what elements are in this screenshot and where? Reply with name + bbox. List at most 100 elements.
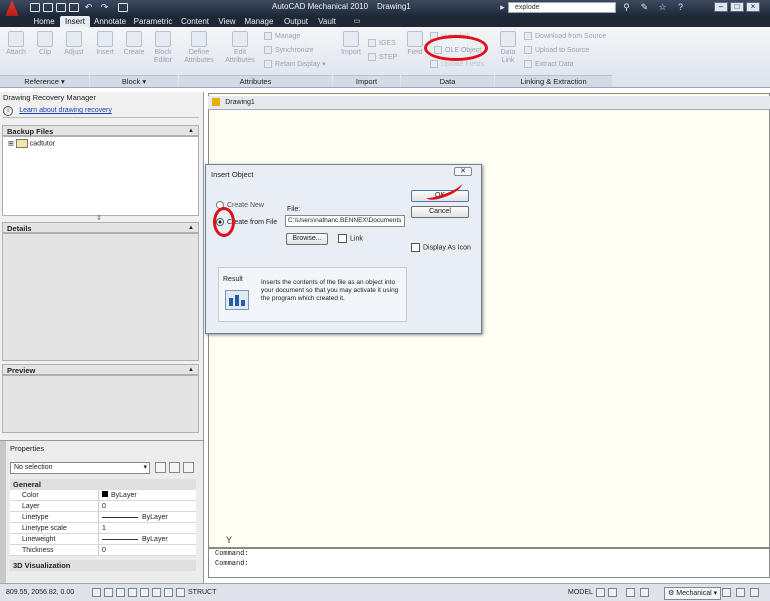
insert-block-button[interactable]: Insert <box>92 31 118 57</box>
upload-icon <box>524 46 532 54</box>
tab-annotate[interactable]: Annotate <box>92 16 128 27</box>
attach-button[interactable]: Attach <box>2 31 30 57</box>
browse-button[interactable]: Browse... <box>286 233 328 245</box>
adjust-icon <box>66 31 82 47</box>
coordinate-readout[interactable]: 809.55, 2056.82, 0.00 <box>6 587 74 598</box>
learn-recovery-link[interactable]: Learn about drawing recovery <box>19 107 112 114</box>
app-title: AutoCAD Mechanical 2010 <box>272 2 369 11</box>
tab-content[interactable]: Content <box>178 16 212 27</box>
panel-block[interactable]: Block ▾ <box>90 75 178 87</box>
tab-view[interactable]: View <box>215 16 239 27</box>
display-as-icon-checkbox[interactable]: Display As Icon <box>411 243 471 252</box>
property-row[interactable]: Linetype scale 1 <box>10 523 196 534</box>
dialog-close-button[interactable]: ✕ <box>454 167 472 176</box>
block-editor-button[interactable]: Block Editor <box>150 31 176 65</box>
property-row[interactable]: Color ByLayer <box>10 490 196 501</box>
tab-vault[interactable]: Vault <box>314 16 340 27</box>
ribbon-minimize-icon[interactable]: ▭ <box>350 16 364 27</box>
ortho-icon[interactable] <box>116 588 125 597</box>
general-section-header[interactable]: General <box>10 479 196 490</box>
struct-toggle[interactable]: STRUCT <box>188 587 216 598</box>
search-input[interactable]: explode <box>508 2 616 13</box>
otrack-icon[interactable] <box>152 588 161 597</box>
command-line[interactable]: Command: Command: <box>208 548 770 578</box>
splitter-icon[interactable]: ⇕ <box>96 214 102 222</box>
layout-icon[interactable] <box>596 588 605 597</box>
download-source-button[interactable]: Download from Source <box>524 32 606 40</box>
import-button[interactable]: Import <box>338 31 364 57</box>
update-fields-button[interactable]: Update Fields <box>430 60 484 68</box>
save-icon[interactable] <box>56 3 66 12</box>
communication-icon[interactable]: ✎ <box>640 3 649 12</box>
dyn-icon[interactable] <box>176 588 185 597</box>
binoculars-icon[interactable]: ⚲ <box>622 3 631 12</box>
new-icon[interactable] <box>30 3 40 12</box>
synchronize-button[interactable]: Synchronize <box>264 46 314 54</box>
minimize-button[interactable]: – <box>714 2 728 12</box>
polar-icon[interactable] <box>128 588 137 597</box>
clip-button[interactable]: Clip <box>32 31 58 57</box>
data-link-button[interactable]: Data Link <box>497 31 519 65</box>
cancel-button[interactable]: Cancel <box>411 206 469 218</box>
properties-palette: Properties No selection ▾ General Color By… <box>0 440 203 590</box>
extract-data-button[interactable]: Extract Data <box>524 60 574 68</box>
tab-parametric[interactable]: Parametric <box>132 16 174 27</box>
workspace-switcher[interactable]: ⚙ Mechanical ▾ <box>664 587 722 600</box>
quick-view-icon[interactable] <box>608 588 617 597</box>
link-checkbox[interactable]: Link <box>338 234 363 243</box>
3d-visualization-header[interactable]: 3D Visualization <box>10 560 196 571</box>
file-path-input[interactable]: C:\Users\nathanc.BENNEX\Documents <box>285 215 405 227</box>
drawing-file-icon <box>212 98 220 106</box>
model-toggle[interactable]: MODEL <box>568 587 593 598</box>
create-block-button[interactable]: Create <box>120 31 148 57</box>
edit-attributes-button[interactable]: Edit Attributes <box>222 31 258 65</box>
backup-files-header[interactable]: Backup Files ▲ <box>2 125 199 136</box>
drawing-tab[interactable]: Drawing1 <box>225 99 255 106</box>
selection-dropdown[interactable]: No selection ▾ <box>10 462 150 474</box>
hardware-acceleration-icon[interactable] <box>736 588 745 597</box>
property-row[interactable]: Thickness 0 <box>10 545 196 556</box>
favorites-star-icon[interactable]: ☆ <box>658 3 667 12</box>
zoom-icon[interactable] <box>640 588 649 597</box>
manage-attributes-button[interactable]: Manage <box>264 32 300 40</box>
property-row[interactable]: Lineweight ByLayer <box>10 534 196 545</box>
osnap-icon[interactable] <box>140 588 149 597</box>
help-icon[interactable]: ? <box>676 3 685 12</box>
tree-item-cadtutor[interactable]: ⊞ cadtutor <box>8 139 55 148</box>
select-objects-icon[interactable] <box>169 462 180 473</box>
property-row[interactable]: Layer 0 <box>10 501 196 512</box>
iges-button[interactable]: IGES <box>368 39 396 47</box>
palette-grip[interactable] <box>0 441 6 590</box>
command-prompt[interactable]: Command: <box>215 559 769 569</box>
tab-output[interactable]: Output <box>280 16 312 27</box>
field-button[interactable]: Field <box>404 31 426 57</box>
step-button[interactable]: STEP <box>368 53 397 61</box>
property-row[interactable]: Linetype ByLayer <box>10 512 196 523</box>
expand-icon[interactable]: ⊞ <box>8 140 14 147</box>
define-attributes-button[interactable]: Define Attributes <box>181 31 217 65</box>
save-as-icon[interactable] <box>69 3 79 12</box>
adjust-button[interactable]: Adjust <box>60 31 88 57</box>
open-icon[interactable] <box>43 3 53 12</box>
close-button[interactable]: × <box>746 2 760 12</box>
tab-home[interactable]: Home <box>30 16 58 27</box>
details-header[interactable]: Details ▲ <box>2 222 199 233</box>
pan-icon[interactable] <box>626 588 635 597</box>
snap-icon[interactable] <box>92 588 101 597</box>
clean-screen-icon[interactable] <box>750 588 759 597</box>
upload-source-button[interactable]: Upload to Source <box>524 46 589 54</box>
preview-header[interactable]: Preview ▲ <box>2 364 199 375</box>
toggle-pickadd-icon[interactable] <box>155 462 166 473</box>
grid-icon[interactable] <box>104 588 113 597</box>
quick-select-icon[interactable] <box>183 462 194 473</box>
panel-reference[interactable]: Reference ▾ <box>0 75 89 87</box>
tab-insert[interactable]: Insert <box>60 16 90 27</box>
undo-icon[interactable]: ↶ <box>84 3 93 12</box>
ducs-icon[interactable] <box>164 588 173 597</box>
retain-display-button[interactable]: Retain Display ▾ <box>264 60 326 69</box>
plot-icon[interactable] <box>118 3 128 12</box>
tab-manage[interactable]: Manage <box>242 16 276 27</box>
maximize-button[interactable]: □ <box>730 2 744 12</box>
redo-icon[interactable]: ↷ <box>100 3 109 12</box>
lock-icon[interactable] <box>722 588 731 597</box>
